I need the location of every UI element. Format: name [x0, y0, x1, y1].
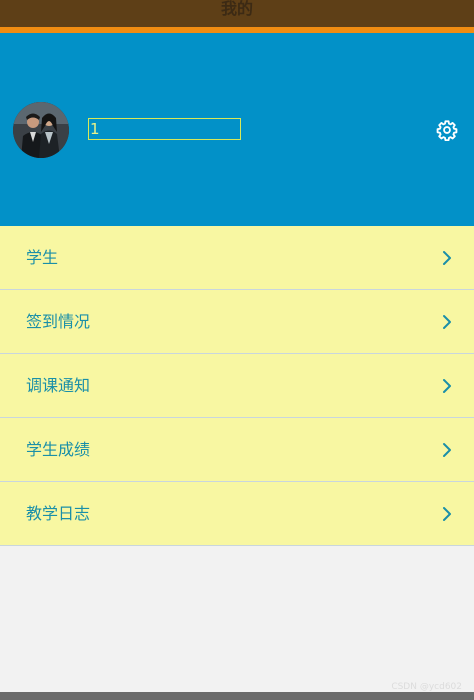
chevron-right-icon [443, 315, 451, 329]
avatar-image [13, 102, 69, 158]
watermark: CSDN @ycd602 [391, 682, 462, 692]
menu-item-student-grades[interactable]: 学生成绩 [0, 418, 474, 482]
menu-item-teaching-log[interactable]: 教学日志 [0, 482, 474, 546]
chevron-right-icon [443, 507, 451, 521]
avatar[interactable] [13, 102, 69, 158]
menu-item-label: 调课通知 [26, 376, 91, 395]
menu-item-label: 学生 [26, 248, 59, 267]
bottom-bar [0, 692, 474, 700]
profile-menu-list: 学生 签到情况 调课通知 学生成绩 教学日志 [0, 226, 474, 546]
chevron-right-icon [443, 379, 451, 393]
menu-item-label: 学生成绩 [26, 440, 91, 459]
menu-item-label: 签到情况 [26, 312, 91, 331]
chevron-right-icon [443, 251, 451, 265]
menu-item-attendance[interactable]: 签到情况 [0, 290, 474, 354]
chevron-right-icon [443, 443, 451, 457]
menu-item-label: 教学日志 [26, 504, 91, 523]
username-field[interactable]: 1 [88, 118, 241, 140]
page-title: 我的 [220, 0, 253, 18]
menu-item-students[interactable]: 学生 [0, 226, 474, 290]
menu-item-schedule-change-notice[interactable]: 调课通知 [0, 354, 474, 418]
settings-button[interactable] [436, 119, 458, 142]
profile-header: 1 [0, 33, 474, 226]
gear-icon [436, 120, 458, 142]
top-app-bar: 我的 [0, 0, 474, 33]
